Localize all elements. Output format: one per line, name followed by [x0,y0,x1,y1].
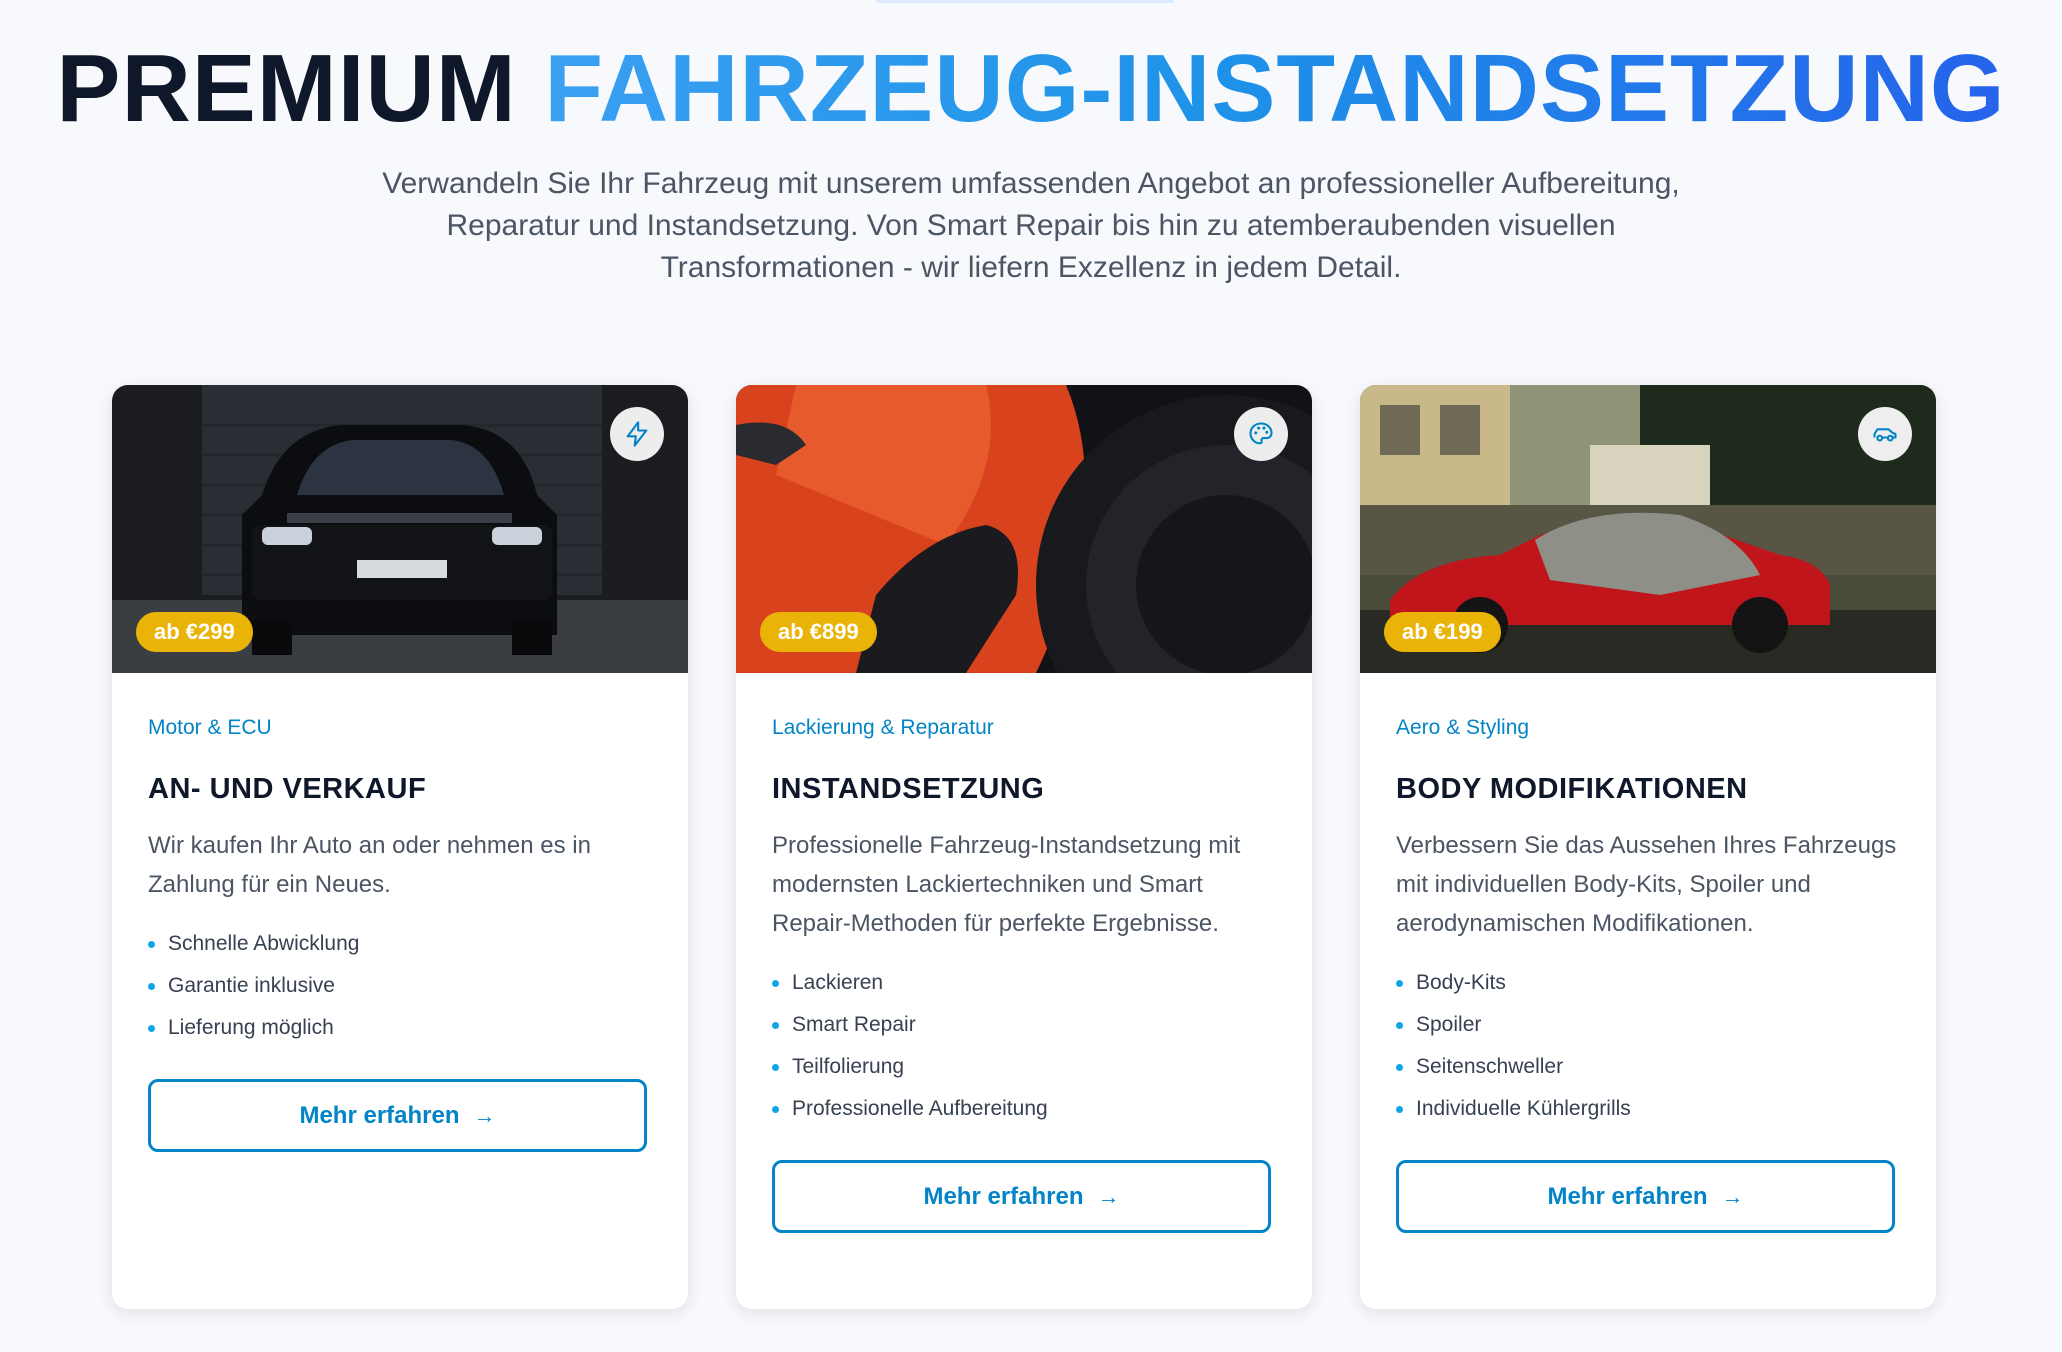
price-badge: ab €199 [1384,612,1501,652]
car-icon [1873,428,1897,442]
mehr-erfahren-button[interactable]: Mehr erfahren → [772,1160,1271,1233]
button-label: Mehr erfahren [923,1182,1084,1210]
palette-icon-badge [1234,407,1288,461]
feature-item: Schnelle Abwicklung [148,923,652,965]
service-card-instandsetzung: ab €899 Lackierung & Reparatur INSTANDSE… [736,385,1312,1309]
top-divider [876,0,1174,3]
card-image: ab €199 [1360,385,1936,673]
page-title-dark: PREMIUM [56,35,517,142]
card-description: Professionelle Fahrzeug-Instandsetzung m… [772,832,1241,937]
page-title: PREMIUM FAHRZEUG-INSTANDSETZUNG [0,34,2062,144]
car-icon-badge [1858,407,1912,461]
feature-item: Spoiler [1396,1004,1900,1046]
button-label: Mehr erfahren [1547,1182,1708,1210]
card-title: BODY MODIFIKATIONEN [1396,773,1748,805]
card-image: ab €899 [736,385,1312,673]
lightning-icon [626,421,648,447]
feature-item: Body-Kits [1396,962,1900,1004]
price-badge: ab €899 [760,612,877,652]
price-badge: ab €299 [136,612,253,652]
service-card-an-verkauf: ab €299 Motor & ECU AN- UND VERKAUF Wir … [112,385,688,1309]
palette-icon [1249,422,1273,445]
button-label: Mehr erfahren [299,1101,460,1129]
feature-item: Teilfolierung [772,1046,1276,1088]
feature-item: Individuelle Kühlergrills [1396,1088,1900,1130]
feature-list: Schnelle Abwicklung Garantie inklusive L… [148,923,652,1049]
arrow-right-icon: → [473,1102,496,1128]
card-image: ab €299 [112,385,688,673]
feature-item: Smart Repair [772,1004,1276,1046]
service-card-body-modifikationen: ab €199 Aero & Styling BODY MODIFIKATION… [1360,385,1936,1309]
card-category: Motor & ECU [148,716,272,739]
arrow-right-icon: → [1097,1183,1120,1209]
page-title-accent: FAHRZEUG-INSTANDSETZUNG [544,35,2006,142]
arrow-right-icon: → [1721,1183,1744,1209]
feature-item: Lackieren [772,962,1276,1004]
feature-list: Lackieren Smart Repair Teilfolierung Pro… [772,962,1276,1130]
lightning-icon-badge [610,407,664,461]
card-category: Lackierung & Reparatur [772,716,994,739]
mehr-erfahren-button[interactable]: Mehr erfahren → [148,1079,647,1152]
page-subtitle: Verwandeln Sie Ihr Fahrzeug mit unserem … [382,167,1680,284]
mehr-erfahren-button[interactable]: Mehr erfahren → [1396,1160,1895,1233]
feature-item: Professionelle Aufbereitung [772,1088,1276,1130]
feature-item: Garantie inklusive [148,965,652,1007]
card-description: Wir kaufen Ihr Auto an oder nehmen es in… [148,832,591,898]
feature-list: Body-Kits Spoiler Seitenschweller Indivi… [1396,962,1900,1130]
card-description: Verbessern Sie das Aussehen Ihres Fahrze… [1396,832,1897,937]
feature-item: Lieferung möglich [148,1007,652,1049]
card-category: Aero & Styling [1396,716,1530,739]
card-title: INSTANDSETZUNG [772,773,1045,805]
card-title: AN- UND VERKAUF [148,773,427,805]
feature-item: Seitenschweller [1396,1046,1900,1088]
